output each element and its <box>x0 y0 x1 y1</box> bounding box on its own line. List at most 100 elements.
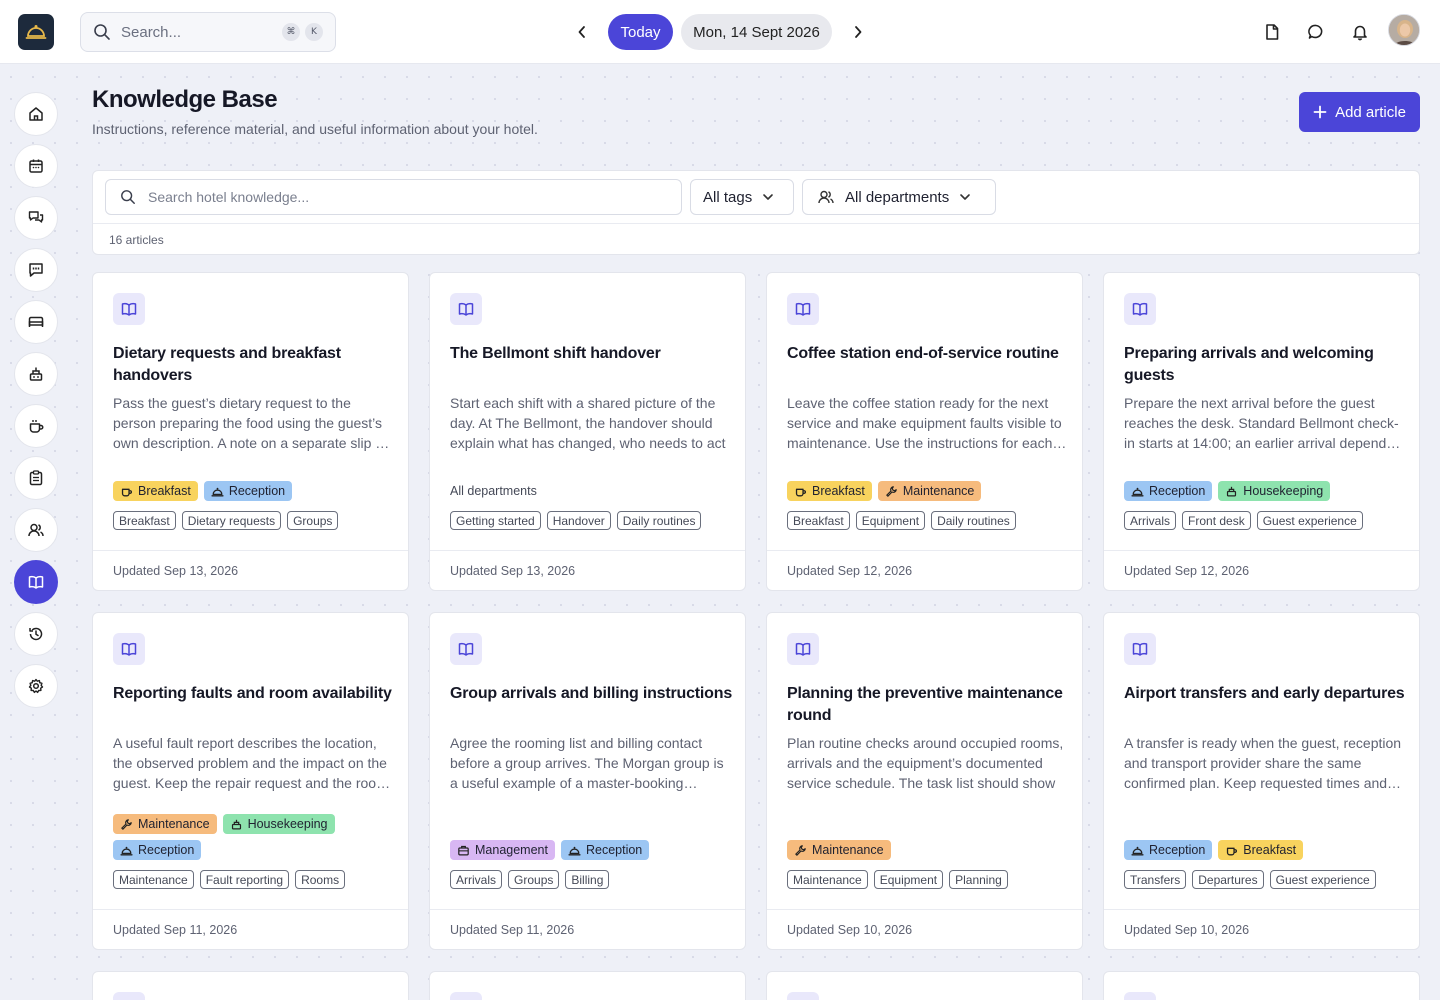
article-card[interactable]: Group arrivals and billing instructions … <box>429 612 746 950</box>
article-card[interactable]: Preparing arrivals and welcoming guests … <box>1103 272 1420 591</box>
keyword-tag[interactable]: Transfers <box>1124 870 1187 889</box>
department-tag-reception[interactable]: Reception <box>203 481 293 501</box>
keyword-tag[interactable]: Guest experience <box>1269 870 1376 889</box>
previous-day-button[interactable] <box>572 22 592 42</box>
department-tag-housekeeping[interactable]: Housekeeping <box>222 814 335 834</box>
keyword-tag[interactable]: Equipment <box>855 511 926 530</box>
current-date-button[interactable]: Mon, 14 Sept 2026 <box>681 14 832 50</box>
document-icon <box>1266 24 1279 40</box>
keyword-tag[interactable]: Groups <box>508 870 560 889</box>
department-tag-breakfast[interactable]: Breakfast <box>787 481 872 501</box>
department-tag-label: Maintenance <box>902 484 975 498</box>
tags-filter-dropdown[interactable]: All tags <box>690 179 794 215</box>
global-search-input[interactable]: Search... ⌘ K <box>80 12 336 52</box>
sidebar-item-settings[interactable] <box>14 664 58 708</box>
article-card[interactable] <box>1103 971 1420 1000</box>
article-card[interactable]: The Bellmont shift handover Start each s… <box>429 272 746 591</box>
keyword-tag[interactable]: Equipment <box>873 870 944 889</box>
keyword-tag[interactable]: Maintenance <box>787 870 868 889</box>
today-button[interactable]: Today <box>608 14 673 50</box>
wrench-icon <box>885 485 898 498</box>
keyword-tag[interactable]: Departures <box>1192 870 1264 889</box>
keyword-tag[interactable]: Groups <box>287 511 339 530</box>
filter-panel: Search hotel knowledge... All tags All d… <box>92 170 1420 255</box>
keyword-tag[interactable]: Arrivals <box>1124 511 1177 530</box>
department-tag-breakfast[interactable]: Breakfast <box>1218 840 1304 860</box>
keyword-tag[interactable]: Breakfast <box>787 511 850 530</box>
sidebar-item-feedback[interactable] <box>14 248 58 292</box>
sidebar-item-team[interactable] <box>14 508 58 552</box>
keyword-tag[interactable]: Maintenance <box>113 870 194 889</box>
department-tag-maintenance[interactable]: Maintenance <box>113 814 217 834</box>
article-footer: Updated Sep 13, 2026 <box>93 550 408 590</box>
coffee-cup-icon <box>1225 844 1238 857</box>
keyword-tag[interactable]: Dietary requests <box>181 511 282 530</box>
article-card[interactable] <box>429 971 746 1000</box>
knowledge-search-input[interactable]: Search hotel knowledge... <box>105 179 682 215</box>
department-tag-label: Maintenance <box>138 817 210 831</box>
article-footer: Updated Sep 12, 2026 <box>767 550 1082 590</box>
article-card[interactable]: Reporting faults and room availability A… <box>92 612 409 950</box>
sidebar-item-knowledge-base[interactable] <box>14 560 58 604</box>
department-tag-label: Breakfast <box>138 484 191 498</box>
chevron-down-icon <box>960 194 971 200</box>
keyword-tag[interactable]: Getting started <box>450 511 541 530</box>
keyword-tag[interactable]: Daily routines <box>616 511 702 530</box>
keyword-tag[interactable]: Fault reporting <box>199 870 290 889</box>
keyword-tag[interactable]: Daily routines <box>931 511 1016 530</box>
department-tag-reception[interactable]: Reception <box>113 840 202 860</box>
book-icon <box>787 992 819 1000</box>
departments-filter-label: All departments <box>845 188 950 206</box>
article-card[interactable]: Coffee station end-of-service routine Le… <box>766 272 1083 591</box>
documents-button[interactable] <box>1260 20 1284 44</box>
article-card[interactable]: Dietary requests and breakfast handovers… <box>92 272 409 591</box>
keyword-tag[interactable]: Planning <box>949 870 1008 889</box>
department-tag-reception[interactable]: Reception <box>560 840 650 860</box>
hotel-bell-logo[interactable] <box>18 14 54 50</box>
department-tags: Breakfast Maintenance <box>787 481 1072 501</box>
updated-date: Updated Sep 11, 2026 <box>113 923 238 937</box>
keyword-tag[interactable]: Breakfast <box>113 511 176 530</box>
keyword-tag[interactable]: Front desk <box>1182 511 1251 530</box>
article-card[interactable] <box>766 971 1083 1000</box>
department-tag-housekeeping[interactable]: Housekeeping <box>1218 481 1331 501</box>
notifications-button[interactable] <box>1348 20 1372 44</box>
users-icon <box>28 523 44 537</box>
sidebar-item-housekeeping[interactable] <box>14 352 58 396</box>
department-tag-reception[interactable]: Reception <box>1124 840 1213 860</box>
sidebar-item-history[interactable] <box>14 612 58 656</box>
article-card[interactable]: Airport transfers and early departures A… <box>1103 612 1420 950</box>
department-tag-maintenance[interactable]: Maintenance <box>877 481 982 501</box>
department-tag-reception[interactable]: Reception <box>1124 481 1213 501</box>
keyword-tag[interactable]: Arrivals <box>450 870 503 889</box>
tags-filter-label: All tags <box>703 188 753 206</box>
chevron-right-icon <box>855 26 862 38</box>
keyword-tag[interactable]: Guest experience <box>1256 511 1363 530</box>
messages-button[interactable] <box>1304 20 1328 44</box>
keyword-tag[interactable]: Rooms <box>295 870 346 889</box>
department-tag-breakfast[interactable]: Breakfast <box>113 481 198 501</box>
sidebar-item-conversations[interactable] <box>14 196 58 240</box>
sidebar-item-rooms[interactable] <box>14 300 58 344</box>
keyword-tag[interactable]: Handover <box>546 511 611 530</box>
wrench-icon <box>120 818 133 831</box>
add-article-button[interactable]: Add article <box>1299 92 1420 132</box>
chevron-down-icon <box>763 194 774 200</box>
article-card[interactable] <box>92 971 409 1000</box>
keyword-tag[interactable]: Billing <box>565 870 610 889</box>
sidebar-item-breakfast[interactable] <box>14 404 58 448</box>
history-icon <box>29 627 43 641</box>
keyword-tags: Arrivals Groups Billing <box>450 870 735 889</box>
department-tag-management[interactable]: Management <box>450 840 555 860</box>
sidebar-item-home[interactable] <box>14 92 58 136</box>
departments-filter-dropdown[interactable]: All departments <box>802 179 996 215</box>
article-card[interactable]: Planning the preventive maintenance roun… <box>766 612 1083 950</box>
updated-date: Updated Sep 13, 2026 <box>450 564 576 578</box>
next-day-button[interactable] <box>848 22 868 42</box>
bell-icon <box>25 25 47 39</box>
sidebar-item-tasks[interactable] <box>14 456 58 500</box>
user-avatar[interactable] <box>1388 14 1420 46</box>
department-tag-maintenance[interactable]: Maintenance <box>787 840 891 860</box>
keyword-tags: Maintenance Fault reporting Rooms <box>113 870 398 889</box>
sidebar-item-calendar[interactable] <box>14 144 58 188</box>
